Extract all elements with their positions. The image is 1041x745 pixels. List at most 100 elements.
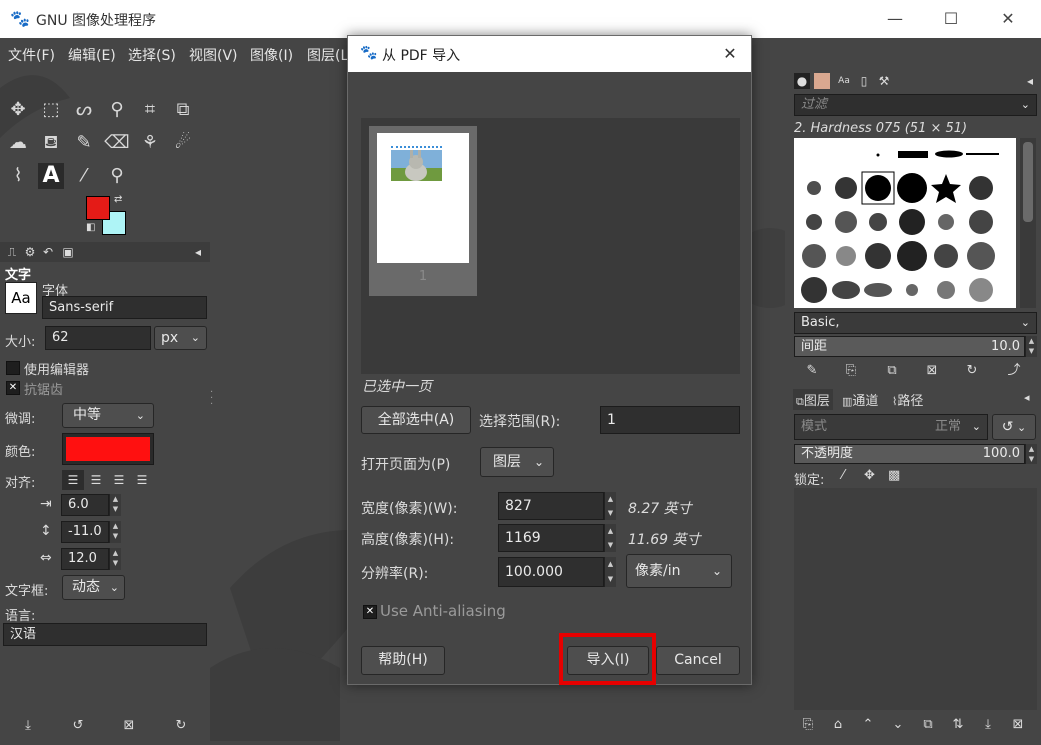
dynamics-tab-icon[interactable]: ⚒ [876, 73, 892, 89]
lock-position-icon[interactable]: ✥ [864, 468, 875, 483]
justify-fill-icon[interactable]: ☰ [131, 470, 153, 490]
size-input[interactable]: 62 [45, 326, 151, 350]
opacity-input[interactable]: 不透明度 100.0 [794, 444, 1025, 464]
fonts-tab-icon[interactable]: Aa [836, 73, 852, 89]
font-preview-icon[interactable]: Aa [5, 282, 37, 314]
indent-spinner[interactable]: ▲ ▼ [109, 494, 121, 516]
configure-tab-icon[interactable]: ◂ [190, 244, 206, 260]
save-preset-icon[interactable]: ⤓ [18, 716, 38, 736]
delete-layer-icon[interactable]: ⊠ [1008, 715, 1028, 735]
duplicate-layer-icon[interactable]: ⧉ [918, 715, 938, 735]
use-editor-checkbox[interactable] [6, 361, 20, 375]
minimize-button[interactable]: — [872, 6, 918, 32]
color-picker-icon[interactable]: ⁄ [71, 163, 97, 189]
text-color-button[interactable] [62, 433, 154, 465]
brush-spacing-input[interactable]: 间距 10.0 [794, 336, 1025, 357]
hinting-select[interactable]: 中等 ⌄ [62, 403, 154, 428]
opacity-spinner[interactable]: ▲ ▼ [1025, 444, 1037, 464]
bucket-fill-icon[interactable]: ⛾ [38, 130, 64, 156]
cancel-button[interactable]: Cancel [656, 646, 740, 675]
layers-tab[interactable]: ⧉图层 [793, 389, 833, 410]
lower-layer-icon[interactable]: ⌄ [888, 715, 908, 735]
configure-brushes-icon[interactable]: ◂ [1022, 73, 1038, 89]
new-layer-group-icon[interactable]: ⌂ [828, 715, 848, 735]
line-spacing-spinner[interactable]: ▲ ▼ [109, 521, 121, 543]
menu-file[interactable]: 文件(F) [8, 45, 55, 65]
menu-image[interactable]: 图像(I) [250, 45, 293, 65]
size-unit-select[interactable]: px ⌄ [154, 326, 207, 350]
reset-icon[interactable]: ↻ [171, 716, 191, 736]
open-as-image-icon[interactable]: ⤴ [1004, 361, 1024, 381]
width-input[interactable]: 827 [498, 492, 604, 520]
patterns-tab-icon[interactable] [814, 73, 830, 89]
letter-spacing-input[interactable]: 12.0 [61, 548, 109, 570]
maximize-button[interactable]: ☐ [928, 6, 974, 32]
new-brush-icon[interactable]: ⎘ [841, 361, 861, 381]
help-button[interactable]: 帮助(H) [361, 646, 445, 675]
text-tool-icon[interactable]: A [38, 163, 64, 189]
images-tab-icon[interactable]: ▣ [60, 244, 76, 260]
restore-preset-icon[interactable]: ↺ [68, 716, 88, 736]
height-spinner[interactable]: ▲ ▼ [604, 524, 616, 552]
resolution-unit-select[interactable]: 像素/in ⌄ [626, 554, 732, 588]
edit-brush-icon[interactable]: ✎ [802, 361, 822, 381]
lasso-icon[interactable]: ᔕ [71, 97, 97, 123]
composite-mode-select[interactable]: ↺ ⌄ [992, 414, 1036, 440]
font-input[interactable]: Sans-serif [42, 296, 207, 319]
move-tool-icon[interactable]: ✥ [5, 97, 31, 123]
transform-icon[interactable]: ⧉ [170, 97, 196, 123]
brush-spacing-spinner[interactable]: ▲ ▼ [1025, 336, 1037, 357]
page-thumbnail[interactable]: 1 [369, 126, 477, 296]
delete-brush-icon[interactable]: ⊠ [922, 361, 942, 381]
indent-input[interactable]: 6.0 [61, 494, 109, 516]
justify-right-icon[interactable]: ☰ [85, 470, 107, 490]
open-as-select[interactable]: 图层 ⌄ [480, 447, 554, 477]
swap-colors-icon[interactable]: ⇄ [114, 194, 122, 205]
select-all-button[interactable]: 全部选中(A) [361, 406, 471, 434]
antialias-checkbox[interactable]: ✕ [6, 381, 20, 395]
close-window-button[interactable]: ✕ [985, 6, 1031, 32]
warp-icon[interactable]: ☁ [5, 130, 31, 156]
merge-layer-icon[interactable]: ⤓ [978, 715, 998, 735]
zoom-icon[interactable]: ⚲ [104, 163, 130, 189]
brush-filter-input[interactable]: 过滤 ⌄ [794, 94, 1037, 116]
document-tab-icon[interactable]: ▯ [856, 73, 872, 89]
scrollbar-thumb[interactable] [1023, 142, 1033, 222]
justify-center-icon[interactable]: ☰ [108, 470, 130, 490]
paths-icon[interactable]: ⌇ [5, 163, 31, 189]
width-spinner[interactable]: ▲ ▼ [604, 492, 616, 520]
menu-view[interactable]: 视图(V) [189, 45, 238, 65]
default-colors-icon[interactable]: ◧ [86, 222, 95, 233]
dialog-close-button[interactable]: ✕ [718, 42, 742, 66]
height-input[interactable]: 1169 [498, 524, 604, 552]
import-button[interactable]: 导入(I) [567, 646, 649, 675]
range-input[interactable]: 1 [600, 406, 740, 434]
dock-divider-handle[interactable]: · · · [210, 388, 213, 410]
brush-preset-select[interactable]: Basic, ⌄ [794, 312, 1037, 334]
layer-mode-select[interactable]: 模式 正常 ⌄ [794, 414, 988, 440]
raise-layer-icon[interactable]: ⌃ [858, 715, 878, 735]
paintbrush-icon[interactable]: ✎ [71, 130, 97, 156]
layers-list[interactable] [794, 488, 1037, 710]
resolution-input[interactable]: 100.000 [498, 557, 604, 587]
paths-tab[interactable]: ⌇路径 [892, 390, 923, 409]
eraser-icon[interactable]: ⌫ [104, 130, 130, 156]
brush-grid-scrollbar[interactable] [1020, 138, 1036, 308]
dialog-antialias-checkbox[interactable]: ✕ [363, 605, 377, 619]
duplicate-brush-icon[interactable]: ⧉ [882, 361, 902, 381]
crop-icon[interactable]: ⌗ [137, 97, 163, 123]
clone-icon[interactable]: ⚘ [137, 130, 163, 156]
smudge-icon[interactable]: ☄ [170, 130, 196, 156]
refresh-brushes-icon[interactable]: ↻ [962, 361, 982, 381]
rect-select-icon[interactable]: ⬚ [38, 97, 64, 123]
lock-pixels-icon[interactable]: ⁄ [842, 468, 844, 483]
line-spacing-input[interactable]: -11.0 [61, 521, 109, 543]
letter-spacing-spinner[interactable]: ▲ ▼ [109, 548, 121, 570]
text-box-select[interactable]: 动态 ⌄ [62, 575, 125, 600]
device-status-tab-icon[interactable]: ⚙ [22, 244, 38, 260]
fuzzy-select-icon[interactable]: ⚲ [104, 97, 130, 123]
configure-layers-icon[interactable]: ◂ [1024, 391, 1030, 404]
lock-alpha-icon[interactable]: ▩ [888, 468, 900, 483]
menu-select[interactable]: 选择(S) [128, 45, 176, 65]
anchor-layer-icon[interactable]: ⇅ [948, 715, 968, 735]
